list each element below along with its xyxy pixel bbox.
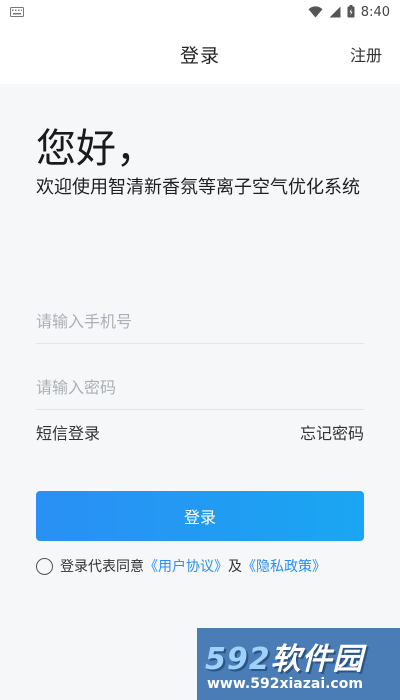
watermark-logo-num: 592 [205, 642, 271, 677]
signal-icon [329, 3, 341, 22]
register-button[interactable]: 注册 [350, 42, 382, 66]
password-input[interactable] [36, 366, 364, 409]
user-agreement-link[interactable]: 《用户协议》 [144, 556, 228, 576]
password-field [36, 366, 364, 410]
forgot-password-link[interactable]: 忘记密码 [300, 420, 364, 444]
watermark-logo: 592软件园 [205, 634, 364, 678]
battery-icon [347, 3, 355, 22]
agreement-and: 及 [228, 559, 242, 575]
header: 登录 注册 [0, 24, 400, 84]
login-options-row: 短信登录 忘记密码 [36, 420, 364, 444]
agreement-prefix: 登录代表同意 [60, 559, 144, 575]
privacy-policy-link[interactable]: 《隐私政策》 [242, 556, 326, 576]
keyboard-icon [10, 7, 24, 17]
watermark: 592软件园 www.592xiazai.com [197, 628, 400, 700]
greeting-heading: 您好， [36, 126, 156, 172]
agreement-row: 登录代表同意 《用户协议》 及 《隐私政策》 [36, 556, 326, 576]
welcome-text: 欢迎使用智清新香氛等离子空气优化系统 [36, 177, 360, 198]
agreement-radio[interactable] [36, 557, 53, 575]
status-time: 8:40 [360, 4, 390, 20]
wifi-icon [308, 3, 323, 22]
sms-login-link[interactable]: 短信登录 [36, 420, 100, 444]
login-button[interactable]: 登录 [36, 491, 364, 541]
status-bar: 8:40 [0, 0, 400, 24]
phone-input[interactable] [36, 300, 364, 343]
watermark-logo-text: 软件园 [270, 642, 364, 677]
page-title: 登录 [179, 44, 220, 67]
watermark-url: www.592xiazai.com [207, 676, 363, 692]
phone-field [36, 300, 364, 344]
